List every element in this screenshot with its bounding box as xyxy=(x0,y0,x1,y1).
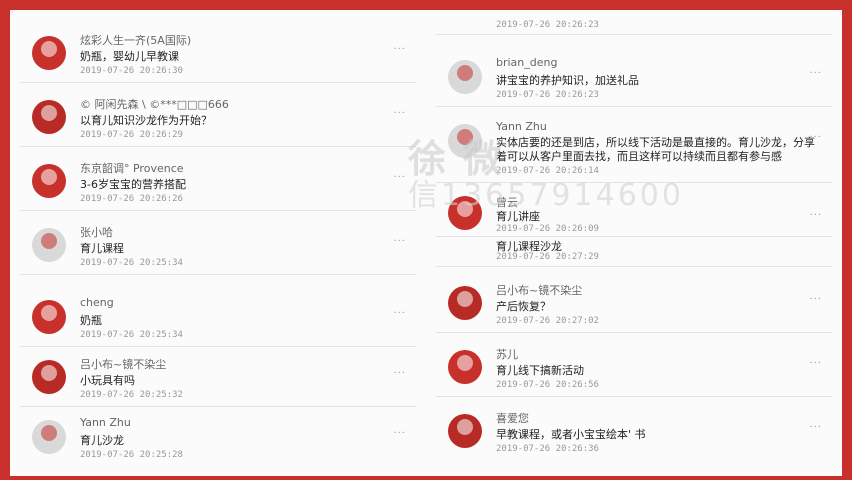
comment-time: 2019-07-26 20:26:14 xyxy=(496,166,599,176)
comment-time: 2019-07-26 20:26:23 xyxy=(496,90,599,100)
avatar xyxy=(448,286,482,320)
avatar xyxy=(32,164,66,198)
comment-board: 炫彩人生一齐(5A国际) 奶瓶，婴幼儿早教课 2019-07-26 20:26:… xyxy=(10,10,842,476)
comment-text: 育儿线下搞新活动 xyxy=(496,364,584,377)
comment-text: 3-6岁宝宝的营养搭配 xyxy=(80,178,186,191)
more-options-icon[interactable]: ··· xyxy=(809,358,822,369)
comment-time: 2019-07-26 20:25:34 xyxy=(80,258,183,268)
comment-time: 2019-07-26 20:26:56 xyxy=(496,380,599,390)
avatar xyxy=(32,36,66,70)
more-options-icon[interactable]: ··· xyxy=(809,422,822,433)
comment-time: 2019-07-26 20:26:23 xyxy=(496,20,599,30)
more-options-icon[interactable]: ··· xyxy=(393,428,406,439)
commenter-name: cheng xyxy=(80,296,114,309)
comment-text: 奶瓶，婴幼儿早教课 xyxy=(80,50,179,63)
avatar xyxy=(32,300,66,334)
commenter-name: 张小哈 xyxy=(80,226,113,239)
list-item[interactable]: Yann Zhu 实体店要的还是到店，所以线下活动是最直接的。育儿沙龙，分享着可… xyxy=(436,110,832,183)
more-options-icon[interactable]: ··· xyxy=(393,108,406,119)
avatar xyxy=(448,124,482,158)
commenter-name: 吕小布~镜不染尘 xyxy=(80,358,167,371)
comment-text: 育儿课程 xyxy=(80,242,124,255)
comment-list-left: 炫彩人生一齐(5A国际) 奶瓶，婴幼儿早教课 2019-07-26 20:26:… xyxy=(20,10,416,476)
list-item[interactable]: 育儿课程沙龙 2019-07-26 20:27:29 xyxy=(436,236,832,267)
comment-time: 2019-07-26 20:26:09 xyxy=(496,224,599,234)
commenter-name: brian_deng xyxy=(496,56,558,69)
comment-text: 育儿讲座 xyxy=(496,210,540,223)
more-options-icon[interactable]: ··· xyxy=(809,68,822,79)
more-options-icon[interactable]: ··· xyxy=(809,210,822,221)
more-options-icon[interactable]: ··· xyxy=(393,44,406,55)
list-item[interactable]: cheng 奶瓶 2019-07-26 20:25:34 ··· xyxy=(20,286,416,347)
more-options-icon[interactable]: ··· xyxy=(393,308,406,319)
comment-time: 2019-07-26 20:26:36 xyxy=(496,444,599,454)
comment-text: 以育儿知识沙龙作为开始？ xyxy=(80,114,212,127)
list-item[interactable]: 吕小布~镜不染尘 小玩具有吗 2019-07-26 20:25:32 ··· xyxy=(20,346,416,407)
comment-time: 2019-07-26 20:25:32 xyxy=(80,390,183,400)
avatar xyxy=(32,100,66,134)
commenter-name: Yann Zhu xyxy=(496,120,547,133)
list-item[interactable]: 喜爱您 早教课程，或者小宝宝绘本' 书 2019-07-26 20:26:36 … xyxy=(436,400,832,460)
avatar xyxy=(448,60,482,94)
comment-time: 2019-07-26 20:27:29 xyxy=(496,252,599,262)
comment-time: 2019-07-26 20:27:02 xyxy=(496,316,599,326)
comment-time: 2019-07-26 20:26:26 xyxy=(80,194,183,204)
commenter-name: 苏儿 xyxy=(496,348,518,361)
comment-text: 讲宝宝的养护知识，加送礼品 xyxy=(496,74,639,87)
list-item[interactable]: Yann Zhu 育儿沙龙 2019-07-26 20:25:28 ··· xyxy=(20,406,416,466)
commenter-name: © 阿闲先森 \ ©***□□□666 xyxy=(80,98,229,111)
avatar xyxy=(448,414,482,448)
avatar xyxy=(32,228,66,262)
list-item[interactable]: 东京韶调° Provence 3-6岁宝宝的营养搭配 2019-07-26 20… xyxy=(20,150,416,211)
list-item[interactable]: 曾云 育儿讲座 2019-07-26 20:26:09 ··· xyxy=(436,188,832,237)
list-item[interactable]: 炫彩人生一齐(5A国际) 奶瓶，婴幼儿早教课 2019-07-26 20:26:… xyxy=(20,22,416,83)
comment-text: 早教课程，或者小宝宝绘本' 书 xyxy=(496,428,646,441)
avatar xyxy=(32,420,66,454)
comment-text: 奶瓶 xyxy=(80,314,102,327)
comment-text: 小玩具有吗 xyxy=(80,374,135,387)
comment-time: 2019-07-26 20:26:29 xyxy=(80,130,183,140)
commenter-name: 喜爱您 xyxy=(496,412,529,425)
more-options-icon[interactable]: ··· xyxy=(393,368,406,379)
comment-text: 产后恢复？ xyxy=(496,300,551,313)
comment-time: 2019-07-26 20:26:30 xyxy=(80,66,183,76)
list-item-partial[interactable]: 2019-07-26 20:26:23 xyxy=(436,10,832,35)
avatar xyxy=(32,360,66,394)
comment-list-right: 2019-07-26 20:26:23 brian_deng 讲宝宝的养护知识，… xyxy=(436,10,832,476)
avatar xyxy=(448,196,482,230)
avatar xyxy=(448,350,482,384)
comment-time: 2019-07-26 20:25:34 xyxy=(80,330,183,340)
comment-text: 育儿沙龙 xyxy=(80,434,124,447)
list-item[interactable]: © 阿闲先森 \ ©***□□□666 以育儿知识沙龙作为开始？ 2019-07… xyxy=(20,86,416,147)
more-options-icon[interactable]: ··· xyxy=(393,236,406,247)
more-options-icon[interactable]: ··· xyxy=(809,132,822,143)
more-options-icon[interactable]: ··· xyxy=(393,172,406,183)
commenter-name: 东京韶调° Provence xyxy=(80,162,184,175)
commenter-name: 吕小布~镜不染尘 xyxy=(496,284,583,297)
commenter-name: Yann Zhu xyxy=(80,416,131,429)
comment-text: 实体店要的还是到店，所以线下活动是最直接的。育儿沙龙，分享着可以从客户里面去找，… xyxy=(496,136,815,163)
list-item[interactable]: brian_deng 讲宝宝的养护知识，加送礼品 2019-07-26 20:2… xyxy=(436,46,832,107)
list-item[interactable]: 苏儿 育儿线下搞新活动 2019-07-26 20:26:56 ··· xyxy=(436,336,832,397)
list-item[interactable]: 张小哈 育儿课程 2019-07-26 20:25:34 ··· xyxy=(20,214,416,275)
list-item[interactable]: 吕小布~镜不染尘 产后恢复？ 2019-07-26 20:27:02 ··· xyxy=(436,272,832,333)
commenter-name: 炫彩人生一齐(5A国际) xyxy=(80,34,192,47)
comment-time: 2019-07-26 20:25:28 xyxy=(80,450,183,460)
more-options-icon[interactable]: ··· xyxy=(809,294,822,305)
